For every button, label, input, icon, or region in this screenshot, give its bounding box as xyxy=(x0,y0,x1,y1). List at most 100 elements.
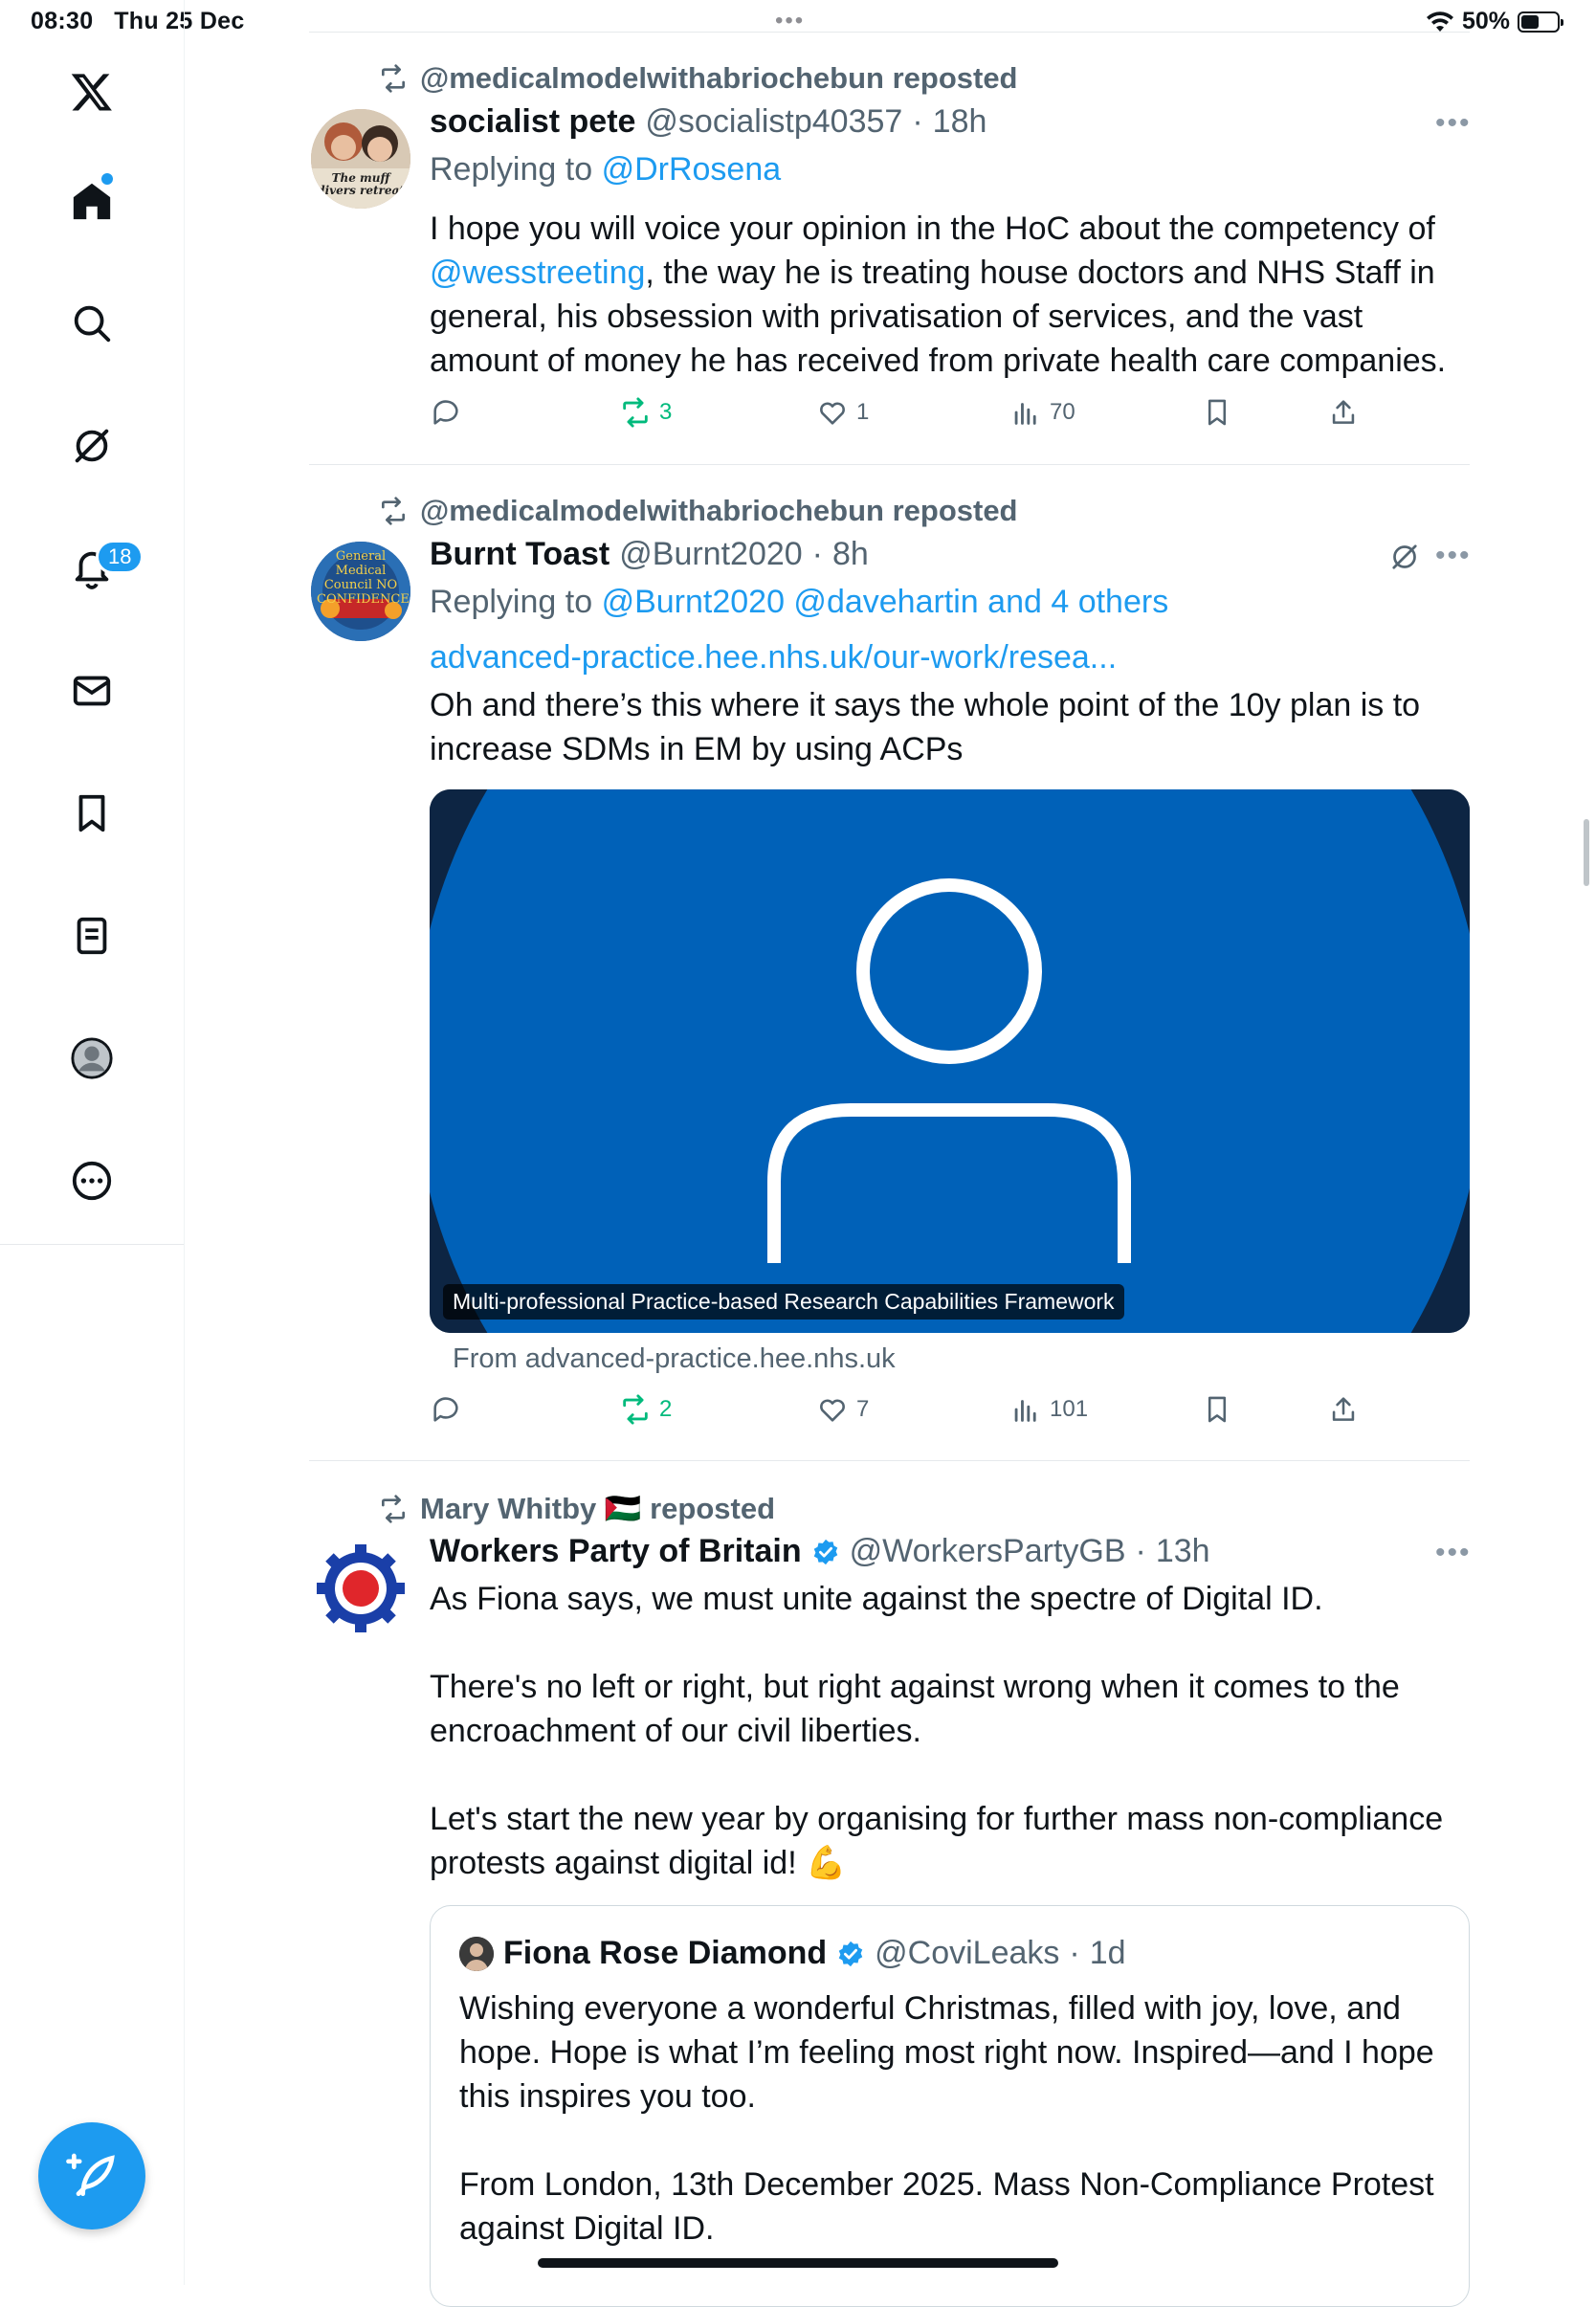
link-card-image[interactable]: Multi-professional Practice-based Resear… xyxy=(430,789,1470,1333)
repost-icon xyxy=(623,1394,648,1425)
home-notification-dot xyxy=(101,173,113,185)
quoted-tweet[interactable]: Fiona Rose Diamond @CoviLeaks · 1d Wishing… xyxy=(430,1905,1470,2307)
repost-icon xyxy=(382,497,405,525)
separator: · xyxy=(811,536,823,572)
repost-label: Mary Whitby 🇵🇸 reposted xyxy=(420,1492,776,1525)
avatar[interactable]: The muff divers retreat xyxy=(311,109,410,209)
views-chart-icon xyxy=(1014,403,1036,425)
view-count: 101 xyxy=(1050,1396,1089,1422)
views-chart-icon xyxy=(1014,1400,1036,1422)
x-logo-icon[interactable] xyxy=(54,54,130,130)
bookmark-button[interactable] xyxy=(1201,396,1233,429)
repost-count: 2 xyxy=(659,1396,673,1422)
display-name[interactable]: Workers Party of Britain xyxy=(430,1533,802,1570)
bookmark-button[interactable] xyxy=(1201,1393,1233,1426)
reply-to-link[interactable]: @DrRosena xyxy=(602,151,782,188)
lists-icon[interactable] xyxy=(54,898,130,974)
sidebar-border xyxy=(184,0,185,2285)
repost-label: @medicalmodelwithabriochebun reposted xyxy=(420,494,1018,527)
tweet-header: Burnt Toast @Burnt2020 · 8h xyxy=(430,536,869,573)
compose-post-button[interactable] xyxy=(38,2122,145,2229)
tweet-actions: 2 7 101 xyxy=(430,1393,1444,1435)
repost-indicator[interactable]: Mary Whitby 🇵🇸 reposted xyxy=(378,1491,775,1526)
reply-context: Replying to @Burnt2020 @davehartin and 4… xyxy=(430,584,1168,621)
quoted-timestamp: 1d xyxy=(1089,1935,1126,1971)
reply-button[interactable] xyxy=(430,396,462,429)
reply-to-link[interactable]: @Burnt2020 @davehartin and 4 others xyxy=(602,584,1169,620)
mention-link[interactable]: @wesstreeting xyxy=(430,255,645,291)
handle[interactable]: @Burnt2020 xyxy=(619,536,802,573)
share-button[interactable] xyxy=(1327,1393,1360,1426)
scrollbar[interactable] xyxy=(1584,819,1589,886)
avatar[interactable] xyxy=(311,1539,410,1638)
external-link[interactable]: advanced-practice.hee.nhs.uk/our-work/re… xyxy=(430,639,1117,677)
reply-prefix: Replying to xyxy=(430,151,593,188)
quoted-avatar xyxy=(459,1936,494,1971)
handle[interactable]: @socialistp40357 xyxy=(645,103,902,141)
display-name[interactable]: Burnt Toast xyxy=(430,536,610,573)
messages-envelope-icon[interactable] xyxy=(54,653,130,729)
repost-indicator[interactable]: @medicalmodelwithabriochebun reposted xyxy=(378,494,1018,528)
avatar-caption: The muff divers retreat xyxy=(317,171,405,197)
multitasking-dots[interactable]: ••• xyxy=(775,8,805,34)
bookmarks-icon[interactable] xyxy=(54,775,130,852)
tweet-divider xyxy=(309,464,1470,465)
feed-top-divider xyxy=(309,32,1470,33)
like-button[interactable]: 1 xyxy=(816,396,869,429)
tweet-actions: 3 1 70 xyxy=(430,396,1444,438)
repost-icon xyxy=(623,397,648,428)
tweet-text: I hope you will voice your opinion in th… xyxy=(430,207,1463,383)
tweet-text: Oh and there’s this where it says the wh… xyxy=(430,687,1430,767)
share-button[interactable] xyxy=(1327,396,1360,429)
grok-explain-icon[interactable] xyxy=(1387,540,1422,574)
tweet-text: As Fiona says, we must unite against the… xyxy=(430,1581,1444,1881)
link-card-source[interactable]: From advanced-practice.hee.nhs.uk xyxy=(453,1343,896,1375)
avatar[interactable]: General Medical Council NO CONFIDENCE xyxy=(311,542,410,641)
reply-icon xyxy=(433,400,458,425)
timestamp[interactable]: 13h xyxy=(1156,1533,1210,1570)
repost-label: @medicalmodelwithabriochebun reposted xyxy=(420,61,1018,95)
like-button[interactable]: 7 xyxy=(816,1393,869,1426)
tweet-text-part: I hope you will voice your opinion in th… xyxy=(430,211,1435,247)
separator: · xyxy=(912,103,923,140)
reply-context: Replying to @DrRosena xyxy=(430,151,781,189)
heart-icon xyxy=(820,402,845,425)
home-icon[interactable] xyxy=(54,163,130,239)
avatar-caption: General Medical Council NO CONFIDENCE xyxy=(317,549,410,607)
feather-plus-icon xyxy=(66,2153,115,2196)
timestamp[interactable]: 8h xyxy=(832,536,869,573)
share-icon xyxy=(1332,1397,1355,1421)
quoted-handle[interactable]: @CoviLeaks xyxy=(875,1935,1059,1972)
share-icon xyxy=(1332,400,1355,424)
repost-button[interactable]: 3 xyxy=(619,396,672,429)
grok-icon[interactable] xyxy=(54,408,130,484)
repost-button[interactable]: 2 xyxy=(619,1393,672,1426)
timestamp[interactable]: 18h xyxy=(933,103,987,141)
reply-icon xyxy=(433,1397,458,1422)
display-name[interactable]: socialist pete xyxy=(430,103,635,141)
wifi-icon xyxy=(1426,11,1453,32)
more-options-button[interactable]: ••• xyxy=(1435,1537,1472,1569)
handle[interactable]: @WorkersPartyGB xyxy=(850,1533,1126,1570)
more-options-button[interactable]: ••• xyxy=(1435,107,1472,140)
views-button[interactable]: 70 xyxy=(1009,396,1075,429)
repost-indicator[interactable]: @medicalmodelwithabriochebun reposted xyxy=(378,61,1018,96)
battery-icon xyxy=(1518,11,1563,33)
views-button[interactable]: 101 xyxy=(1009,1393,1088,1426)
profile-avatar-icon[interactable] xyxy=(54,1020,130,1097)
battery-fill xyxy=(1521,14,1539,29)
status-bar: 08:30 Thu 25 Dec ••• 50% xyxy=(0,0,1596,44)
workers-party-logo xyxy=(311,1539,410,1638)
reply-button[interactable] xyxy=(430,1393,462,1426)
search-icon[interactable] xyxy=(54,285,130,362)
more-options-button[interactable]: ••• xyxy=(1435,540,1472,572)
notifications-badge: 18 xyxy=(96,540,144,574)
more-circle-icon[interactable] xyxy=(54,1142,130,1219)
quoted-tweet-header: Fiona Rose Diamond @CoviLeaks · 1d xyxy=(459,1935,1126,1972)
quoted-display-name[interactable]: Fiona Rose Diamond xyxy=(503,1935,827,1972)
link-text[interactable]: advanced-practice.hee.nhs.uk/our-work/re… xyxy=(430,639,1117,676)
home-indicator[interactable] xyxy=(538,2258,1058,2268)
tweet-header: Workers Party of Britain @WorkersPartyGB… xyxy=(430,1533,1210,1570)
bookmark-icon xyxy=(1208,399,1227,426)
quoted-tweet-text: Wishing everyone a wonderful Christmas, … xyxy=(459,1990,1434,2247)
